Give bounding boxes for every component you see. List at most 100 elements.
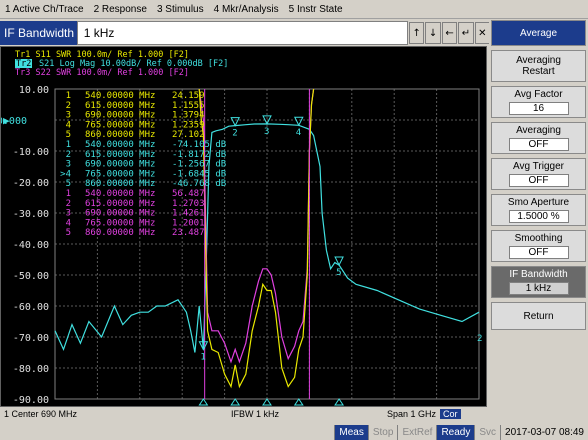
marker-row-number: 2 [66,150,71,160]
marker-row-value: 23.487 [172,228,205,238]
channel-center: 1 Center 690 MHz [4,409,78,419]
marker-triangle [230,117,241,127]
marker-row-value: 1.1555 [172,101,205,111]
trace-legend-entry: Tr3 S22 SWR 100.0m/ Ref 1.000 [F2] [15,68,189,78]
status-svc: Svc [474,424,500,440]
status-meas: Meas [334,424,368,440]
chart-svg: 12345 10.000.000-10.00-20.00-30.00-40.00… [0,50,482,406]
status-ready: Ready [436,424,475,440]
stimulus-markers [198,398,345,406]
marker-row-frequency: 615.00000 MHz [85,101,155,111]
menu-mkr-analysis[interactable]: 4 Mkr/Analysis [209,4,284,15]
y-tick-label: -10.00 [13,147,49,158]
marker-row-number: 1 [66,189,71,199]
marker-triangle [293,116,304,127]
up-arrow-icon[interactable]: ↑ [409,22,425,44]
softkey-smoothing[interactable]: Smoothing OFF [491,230,586,262]
marker-row-number: 2 [66,199,71,209]
marker-number: 3 [264,127,269,137]
down-arrow-icon[interactable]: ↓ [425,22,441,44]
instrument-status-bar: Meas Stop ExtRef Ready Svc 2017-03-07 08… [0,424,588,440]
stimulus-marker [230,398,241,406]
stimulus-marker [293,398,304,406]
marker-row-number: 1 [66,140,71,150]
softkey-if-bandwidth[interactable]: IF Bandwidth 1 kHz [491,266,586,298]
softkey-averaging-restart[interactable]: Averaging Restart [491,50,586,82]
span-status: Span 1 GHz [386,409,436,419]
y-tick-label: -40.00 [13,240,49,251]
marker-row-value: -46.768 dB [172,179,226,189]
enter-icon[interactable]: ↵ [458,22,474,44]
marker-number: 2 [232,129,237,139]
marker-row-number: 5 [66,228,71,238]
menu-bar: 1 Active Ch/Trace 2 Response 3 Stimulus … [0,0,588,19]
marker-number: 5 [336,268,341,278]
marker-row-frequency: 765.00000 MHz [85,120,155,130]
marker-row-number: 5 [66,130,71,140]
marker-number: 4 [296,128,301,138]
y-tick-label: -30.00 [13,209,49,220]
y-tick-label: 10.00 [19,85,49,96]
softkey-avg-factor[interactable]: Avg Factor 16 [491,86,586,118]
marker-row-frequency: 615.00000 MHz [85,150,155,160]
correction-badge: Cor [440,409,461,419]
marker-row-number: >4 [60,169,71,179]
marker-row-value: 1.3794 [172,111,205,121]
stimulus-marker [334,398,345,406]
marker-row-frequency: 540.00000 MHz [85,91,155,101]
entry-bar: IF Bandwidth 1 kHz ↑ ↓ ← ↵ ✕ [0,20,490,46]
marker-row-number: 3 [66,111,71,121]
softkey-return[interactable]: Return [491,302,586,330]
marker-row-value: 56.487 [172,189,205,199]
marker-number: 1 [200,353,205,363]
stimulus-marker [262,398,272,406]
marker-row-value: 1.2703 [172,199,205,209]
marker-row-value: 1.2359 [172,120,205,130]
menu-stimulus[interactable]: 3 Stimulus [152,4,209,15]
status-line: 1 Center 690 MHz IFBW 1 kHz Span 1 GHz C… [0,407,487,421]
entry-label: IF Bandwidth [0,21,77,45]
trace-legend: Tr1 S11 SWR 100.0m/ Ref 1.000 [F2]Tr2 S21… [15,50,228,78]
softkey-title: Average [491,20,586,46]
marker-row-value: -1.8172 dB [172,150,226,160]
if-bandwidth-status: IFBW 1 kHz [230,409,279,419]
marker-row-frequency: 690.00000 MHz [85,209,155,219]
marker-row-value: 1.2001 [172,218,205,228]
reference-arrow: ▶ [3,114,10,127]
y-tick-label: -60.00 [13,302,49,313]
marker-row-frequency: 860.00000 MHz [85,179,155,189]
softkey-smo-aperture[interactable]: Smo Aperture 1.5000 % [491,194,586,226]
marker-row-number: 4 [66,218,71,228]
measurement-chart[interactable]: 12345 10.000.000-10.00-20.00-30.00-40.00… [0,46,487,407]
status-extref: ExtRef [397,424,436,440]
marker-row-frequency: 540.00000 MHz [85,189,155,199]
marker-row-value: 1.4261 [172,209,205,219]
backspace-icon[interactable]: ← [441,22,458,44]
marker-row-value: 27.102 [172,130,205,140]
menu-response[interactable]: 2 Response [89,4,152,15]
softkey-avg-trigger[interactable]: Avg Trigger OFF [491,158,586,190]
marker-row-frequency: 690.00000 MHz [85,160,155,170]
softkey-panel: Average Averaging Restart Avg Factor 16 A… [489,20,588,422]
close-icon[interactable]: ✕ [474,22,490,44]
menu-active-ch-trace[interactable]: 1 Active Ch/Trace [0,4,89,15]
marker-row-frequency: 615.00000 MHz [85,199,155,209]
marker-row-value: -1.6845 dB [172,169,226,179]
y-tick-label: -20.00 [13,178,49,189]
softkey-averaging[interactable]: Averaging OFF [491,122,586,154]
marker-row-number: 1 [66,91,71,101]
y-tick-label: -80.00 [13,364,49,375]
marker-row-number: 5 [66,179,71,189]
marker-row-value: 24.159 [172,91,205,101]
marker-row-frequency: 765.00000 MHz [85,218,155,228]
entry-value-field[interactable]: 1 kHz [76,21,409,45]
y-tick-labels: 10.000.000-10.00-20.00-30.00-40.00-50.00… [0,85,482,406]
marker-row-number: 3 [66,209,71,219]
marker-row-frequency: 860.00000 MHz [85,130,155,140]
marker-row-frequency: 860.00000 MHz [85,228,155,238]
marker-row-frequency: 765.00000 MHz [85,169,155,179]
marker-row-frequency: 690.00000 MHz [85,111,155,121]
menu-instr-state[interactable]: 5 Instr State [284,4,348,15]
marker-row-number: 4 [66,120,71,130]
marker-row-number: 2 [66,101,71,111]
